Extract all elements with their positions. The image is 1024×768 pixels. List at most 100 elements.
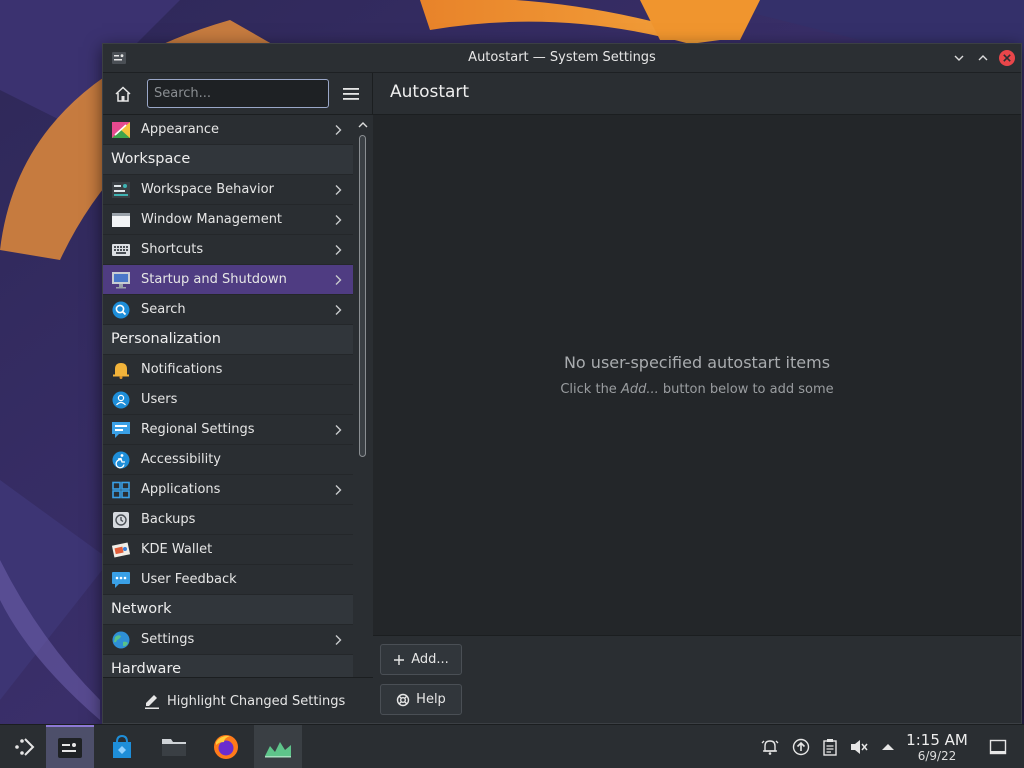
chevron-up-icon: [978, 55, 988, 61]
sidebar-item-startup-and-shutdown[interactable]: Startup and Shutdown: [103, 265, 353, 295]
regional-icon: [111, 421, 131, 439]
sidebar-item-label: Appearance: [141, 122, 220, 137]
sidebar-item-appearance[interactable]: Appearance: [103, 115, 353, 145]
feedback-icon: [111, 571, 131, 589]
workspace-behavior-icon: [111, 181, 131, 199]
highlight-changed-settings-button[interactable]: Highlight Changed Settings: [143, 688, 345, 714]
sidebar-item-shortcuts[interactable]: Shortcuts: [103, 235, 353, 265]
sidebar-item-user-feedback[interactable]: User Feedback: [103, 565, 353, 595]
menu-button[interactable]: [341, 84, 361, 104]
help-button-label: Help: [416, 692, 446, 707]
sidebar-list: Appearance Workspace Workspace Behavior Win…: [103, 115, 353, 707]
sidebar-item-label: Startup and Shutdown: [141, 272, 287, 287]
scrollbar-thumb[interactable]: [359, 135, 366, 457]
sidebar-section-label: Personalization: [111, 331, 221, 347]
sidebar-item-label: Users: [141, 392, 178, 407]
sidebar-item-label: Settings: [141, 632, 195, 647]
sidebar: Appearance Workspace Workspace Behavior Win…: [103, 73, 373, 723]
clipboard-icon: [823, 739, 837, 756]
window-title: Autostart — System Settings: [468, 50, 656, 65]
sidebar-item-accessibility[interactable]: Accessibility: [103, 445, 353, 475]
sidebar-footer: Highlight Changed Settings: [103, 677, 373, 723]
add-button-label: Add...: [411, 652, 449, 667]
firefox-icon: [214, 735, 238, 759]
search-icon: [111, 301, 131, 319]
sidebar-item-backups[interactable]: Backups: [103, 505, 353, 535]
help-button[interactable]: Help: [380, 684, 462, 715]
tray-notifications[interactable]: [760, 737, 780, 757]
update-icon: [792, 738, 810, 756]
lifebuoy-icon: [396, 693, 410, 706]
sidebar-item-settings[interactable]: Settings: [103, 625, 353, 655]
chevron-right-icon: [333, 424, 343, 436]
empty-state-hint: Click the Add... button below to add som…: [373, 382, 1021, 397]
sidebar-item-window-management[interactable]: Window Management: [103, 205, 353, 235]
tray-expand-button[interactable]: [878, 737, 898, 757]
bell-icon: [111, 361, 131, 379]
sidebar-item-label: User Feedback: [141, 572, 237, 587]
content-footer: Add... Help: [373, 635, 1021, 723]
alarm-bell-icon: [761, 740, 779, 755]
system-settings-window: Autostart — System Settings Search... Ap…: [102, 43, 1022, 724]
home-button[interactable]: [112, 83, 134, 105]
globe-icon: [111, 631, 131, 649]
sidebar-item-label: KDE Wallet: [141, 542, 213, 557]
chevron-right-icon: [333, 184, 343, 196]
tray-updates[interactable]: [791, 737, 811, 757]
show-desktop-button[interactable]: [988, 737, 1008, 757]
minimize-button[interactable]: [949, 48, 969, 68]
page-title: Autostart: [390, 82, 470, 102]
close-button[interactable]: [997, 48, 1017, 68]
chevron-right-icon: [333, 634, 343, 646]
sidebar-item-label: Search: [141, 302, 186, 317]
sidebar-item-workspace-behavior[interactable]: Workspace Behavior: [103, 175, 353, 205]
startup-icon: [111, 271, 131, 289]
sidebar-section-network: Network: [103, 595, 353, 625]
chevron-right-icon: [333, 124, 343, 136]
appearance-icon: [111, 121, 131, 139]
sidebar-scrollbar[interactable]: [353, 115, 373, 707]
clock-date: 6/9/22: [917, 749, 957, 763]
taskbar: 1:15 AM 6/9/22: [0, 724, 1024, 768]
empty-hint-suffix: button below to add some: [658, 382, 834, 397]
empty-hint-add: Add...: [620, 382, 659, 397]
sidebar-item-applications[interactable]: Applications: [103, 475, 353, 505]
system-monitor-icon: [265, 742, 291, 758]
triangle-up-icon: [882, 744, 894, 750]
task-firefox[interactable]: [202, 725, 250, 768]
add-button[interactable]: Add...: [380, 644, 462, 675]
sidebar-item-regional-settings[interactable]: Regional Settings: [103, 415, 353, 445]
sidebar-section-personalization: Personalization: [103, 325, 353, 355]
sidebar-item-search[interactable]: Search: [103, 295, 353, 325]
home-icon: [115, 86, 131, 102]
sidebar-section-label: Hardware: [111, 661, 182, 677]
tray-clipboard[interactable]: [820, 737, 840, 757]
sidebar-item-notifications[interactable]: Notifications: [103, 355, 353, 385]
volume-muted-icon: [851, 740, 868, 754]
chevron-right-icon: [333, 214, 343, 226]
sidebar-item-users[interactable]: Users: [103, 385, 353, 415]
chevron-right-icon: [333, 484, 343, 496]
empty-hint-prefix: Click the: [560, 382, 621, 397]
chevron-right-icon: [333, 244, 343, 256]
application-launcher-button[interactable]: [0, 725, 48, 768]
show-desktop-icon: [989, 739, 1007, 755]
chevron-up-icon[interactable]: [357, 119, 369, 131]
close-icon: [999, 50, 1015, 66]
search-input[interactable]: [147, 79, 329, 108]
sidebar-section-label: Workspace: [111, 151, 191, 167]
task-system-monitor[interactable]: [254, 725, 302, 768]
digital-clock[interactable]: 1:15 AM 6/9/22: [900, 731, 974, 763]
maximize-button[interactable]: [973, 48, 993, 68]
task-file-manager[interactable]: [150, 725, 198, 768]
sidebar-item-kde-wallet[interactable]: KDE Wallet: [103, 535, 353, 565]
task-discover[interactable]: [98, 725, 146, 768]
tray-volume[interactable]: [849, 737, 869, 757]
titlebar[interactable]: Autostart — System Settings: [103, 44, 1021, 73]
discover-store-icon: [113, 734, 131, 758]
content-area: Autostart No user-specified autostart it…: [373, 73, 1021, 723]
task-system-settings[interactable]: [46, 725, 94, 768]
empty-state: No user-specified autostart items Click …: [373, 353, 1021, 397]
sidebar-item-label: Accessibility: [141, 452, 221, 467]
clock-time: 1:15 AM: [906, 731, 968, 749]
